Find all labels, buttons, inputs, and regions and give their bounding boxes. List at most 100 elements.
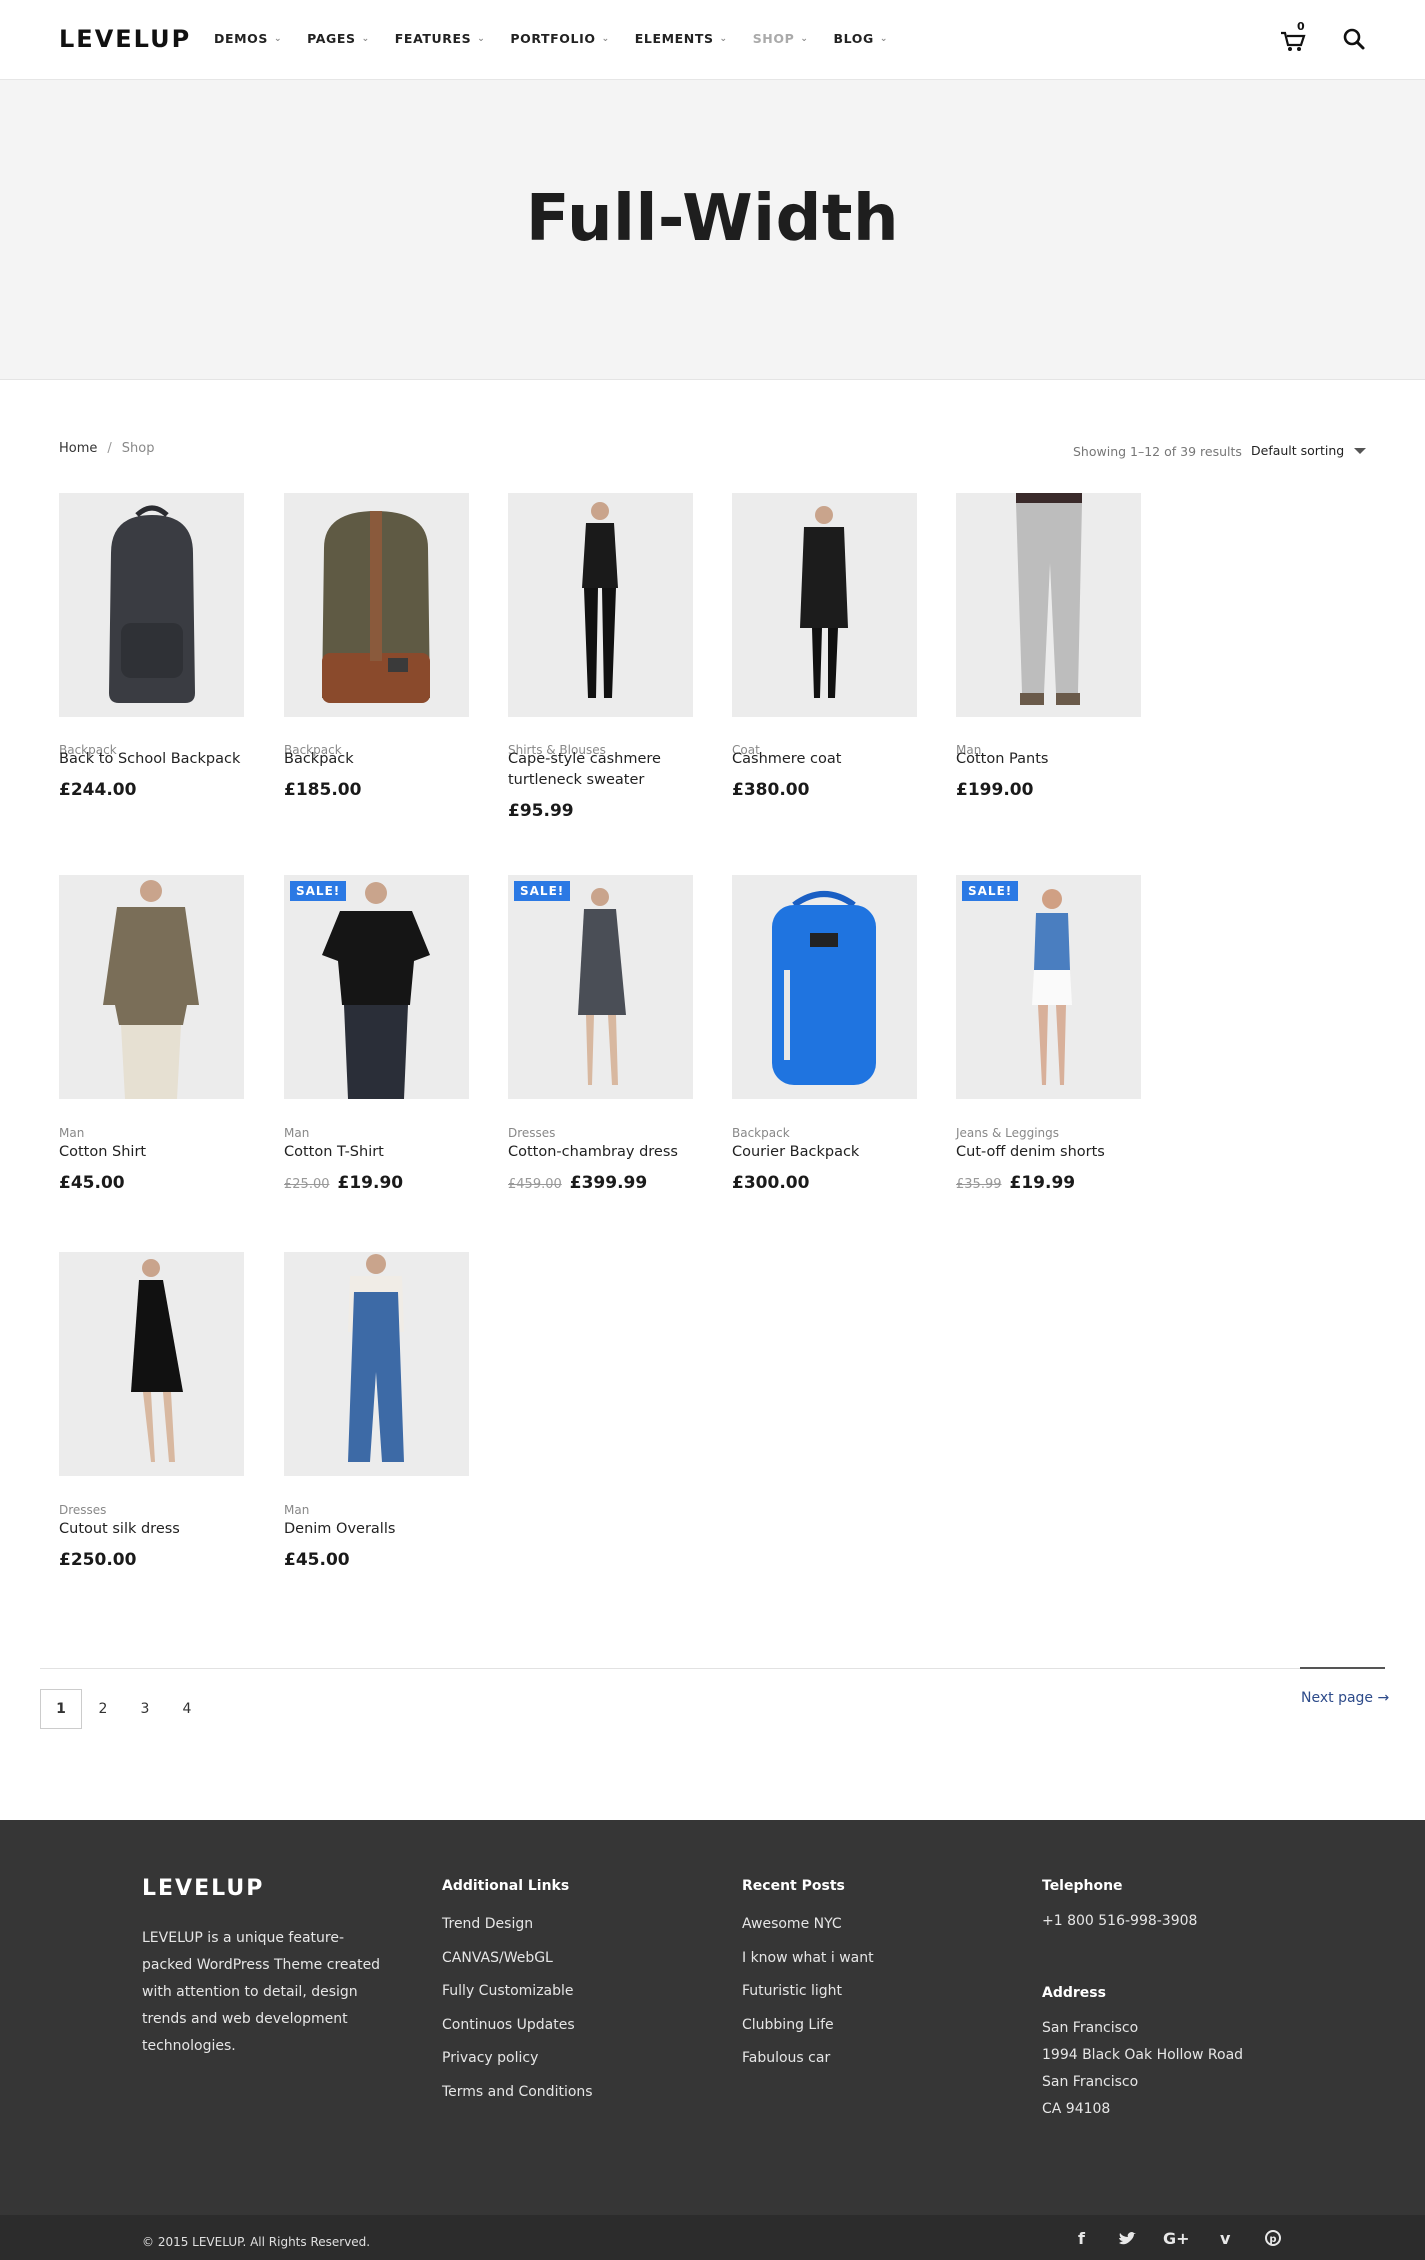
- product-card[interactable]: Backpack Backpack £185.00: [284, 493, 469, 800]
- nav-item-pages[interactable]: PAGES ⌄: [307, 31, 370, 46]
- product-title[interactable]: Cut-off denim shorts: [956, 1142, 1141, 1163]
- product-card[interactable]: Backpack Back to School Backpack £244.00: [59, 493, 244, 800]
- chevron-down-icon: ⌄: [800, 33, 809, 44]
- footer-post-link[interactable]: Futuristic light: [742, 1975, 874, 2009]
- nav-item-demos[interactable]: DEMOS ⌄: [214, 31, 282, 46]
- product-category[interactable]: Dresses: [59, 1503, 244, 1517]
- chevron-down-icon: ⌄: [273, 33, 283, 44]
- model-image: [582, 502, 618, 698]
- product-image[interactable]: [284, 1252, 469, 1476]
- product-category[interactable]: Man: [59, 1126, 244, 1140]
- footer-link[interactable]: Trend Design: [442, 1908, 593, 1942]
- price-current: £95.99: [508, 801, 574, 821]
- search-icon[interactable]: [1342, 27, 1366, 51]
- product-card[interactable]: Shirts & Blouses Cape-style cashmere tur…: [508, 493, 693, 821]
- twitter-icon[interactable]: [1118, 2232, 1136, 2246]
- product-image[interactable]: SALE!: [508, 875, 693, 1099]
- product-image[interactable]: SALE!: [284, 875, 469, 1099]
- product-title[interactable]: Back to School Backpack: [59, 749, 244, 770]
- product-card[interactable]: Man Cotton Shirt £45.00: [59, 875, 244, 1193]
- price-current: £250.00: [59, 1550, 137, 1570]
- footer-link[interactable]: CANVAS/WebGL: [442, 1942, 593, 1976]
- product-image[interactable]: [59, 1252, 244, 1476]
- vimeo-icon[interactable]: v: [1220, 2229, 1230, 2248]
- nav-item-portfolio[interactable]: PORTFOLIO ⌄: [510, 31, 609, 46]
- next-page-link[interactable]: Next page →: [1301, 1690, 1389, 1706]
- product-card[interactable]: Man Cotton Pants £199.00: [956, 493, 1141, 800]
- sale-badge: SALE!: [962, 881, 1019, 901]
- product-image[interactable]: [59, 875, 244, 1099]
- product-category[interactable]: Backpack: [732, 1126, 917, 1140]
- product-title[interactable]: Cotton Pants: [956, 749, 1141, 770]
- footer-post-link[interactable]: Awesome NYC: [742, 1908, 874, 1942]
- page-2[interactable]: 2: [82, 1689, 124, 1729]
- footer-link[interactable]: Terms and Conditions: [442, 2076, 593, 2110]
- product-title[interactable]: Denim Overalls: [284, 1519, 469, 1540]
- product-category[interactable]: Jeans & Leggings: [956, 1126, 1141, 1140]
- product-category[interactable]: Dresses: [508, 1126, 693, 1140]
- price-current: £399.99: [569, 1173, 648, 1193]
- backpack-image: [772, 891, 876, 1085]
- price-current: £380.00: [732, 780, 810, 800]
- product-title[interactable]: Cutout silk dress: [59, 1519, 244, 1540]
- pinterest-letter: p: [1269, 2234, 1276, 2245]
- footer-post-link[interactable]: Fabulous car: [742, 2042, 874, 2076]
- product-title[interactable]: Courier Backpack: [732, 1142, 917, 1163]
- product-image[interactable]: [284, 493, 469, 717]
- footer-post-link[interactable]: Clubbing Life: [742, 2009, 874, 2043]
- pinterest-icon[interactable]: p: [1265, 2230, 1281, 2246]
- nav-item-blog[interactable]: BLOG ⌄: [834, 31, 889, 46]
- google-plus-icon[interactable]: G+: [1163, 2229, 1190, 2248]
- product-title[interactable]: Cape-style cashmere turtleneck sweater: [508, 749, 693, 791]
- product-title[interactable]: Cotton Shirt: [59, 1142, 244, 1163]
- footer-bottom-bar: © 2015 LEVELUP. All Rights Reserved. f G…: [0, 2215, 1425, 2260]
- footer-logo[interactable]: LEVELUP: [142, 1876, 264, 1901]
- product-price: £250.00: [59, 1550, 244, 1570]
- product-image[interactable]: [956, 493, 1141, 717]
- product-card[interactable]: Backpack Courier Backpack £300.00: [732, 875, 917, 1193]
- price-current: £185.00: [284, 780, 362, 800]
- breadcrumb-home[interactable]: Home: [59, 441, 97, 456]
- page-1[interactable]: 1: [40, 1689, 82, 1729]
- product-card[interactable]: Man Denim Overalls £45.00: [284, 1252, 469, 1570]
- footer-contact-column: Telephone +1 800 516-998-3908 Address Sa…: [1042, 1878, 1243, 2123]
- product-title[interactable]: Cotton-chambray dress: [508, 1142, 693, 1163]
- product-card[interactable]: Dresses Cutout silk dress £250.00: [59, 1252, 244, 1570]
- product-title[interactable]: Cashmere coat: [732, 749, 917, 770]
- nav-label: DEMOS: [214, 31, 268, 46]
- footer-link[interactable]: Fully Customizable: [442, 1975, 593, 2009]
- nav-item-shop[interactable]: SHOP ⌄: [753, 31, 809, 46]
- sort-select[interactable]: Default sorting: [1251, 443, 1367, 458]
- price-old: £35.99: [956, 1177, 1002, 1192]
- model-image: [800, 506, 848, 698]
- breadcrumb: Home / Shop: [59, 441, 154, 456]
- price-current: £45.00: [59, 1173, 125, 1193]
- footer-heading: Address: [1042, 1985, 1106, 2001]
- product-category[interactable]: Man: [284, 1503, 469, 1517]
- nav-item-elements[interactable]: ELEMENTS ⌄: [635, 31, 728, 46]
- product-image[interactable]: [732, 875, 917, 1099]
- backpack-image: [109, 505, 195, 703]
- product-image[interactable]: [508, 493, 693, 717]
- product-image[interactable]: [59, 493, 244, 717]
- nav-item-features[interactable]: FEATURES ⌄: [395, 31, 486, 46]
- page-4[interactable]: 4: [166, 1689, 208, 1729]
- site-logo[interactable]: LEVELUP: [59, 25, 191, 53]
- product-card[interactable]: SALE! Man Cotton T-Shirt £25.00 £19.90: [284, 875, 469, 1193]
- page-3[interactable]: 3: [124, 1689, 166, 1729]
- product-card[interactable]: SALE! Dresses Cotton-chambray dress £459…: [508, 875, 693, 1193]
- product-category[interactable]: Man: [284, 1126, 469, 1140]
- footer-link[interactable]: Privacy policy: [442, 2042, 593, 2076]
- product-title[interactable]: Cotton T-Shirt: [284, 1142, 469, 1163]
- footer-post-link[interactable]: I know what i want: [742, 1942, 874, 1976]
- footer-link[interactable]: Continuos Updates: [442, 2009, 593, 2043]
- product-card[interactable]: SALE! Jeans & Leggings Cut-off denim sho…: [956, 875, 1141, 1193]
- product-card[interactable]: Coat Cashmere coat £380.00: [732, 493, 917, 800]
- product-image[interactable]: [732, 493, 917, 717]
- nav-label: PORTFOLIO: [510, 31, 596, 46]
- overalls-image: [348, 1254, 404, 1462]
- product-image[interactable]: SALE!: [956, 875, 1141, 1099]
- product-title[interactable]: Backpack: [284, 749, 469, 770]
- chevron-down-icon: ⌄: [879, 33, 889, 44]
- facebook-icon[interactable]: f: [1078, 2229, 1085, 2248]
